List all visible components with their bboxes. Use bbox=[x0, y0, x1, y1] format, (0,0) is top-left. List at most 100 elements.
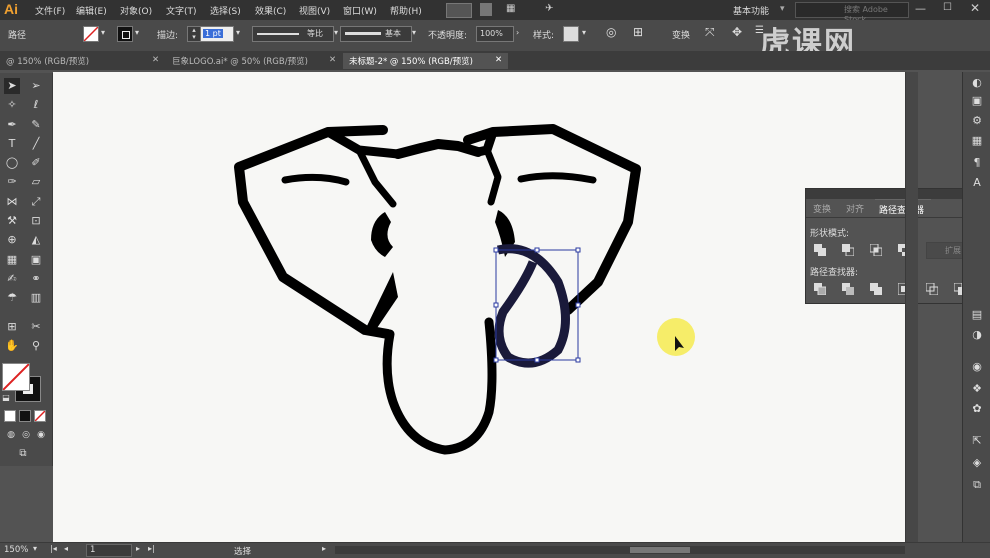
status-menu-icon[interactable]: ▸ bbox=[322, 544, 326, 553]
menu-type[interactable]: 文字(T) bbox=[166, 4, 197, 17]
recolor-artwork-icon[interactable]: ◎ bbox=[606, 25, 616, 39]
zoom-level[interactable]: 150% bbox=[4, 545, 28, 555]
style-label[interactable]: 样式: bbox=[533, 28, 554, 41]
tab-document-1[interactable]: @ 150% (RGB/预览) ✕ bbox=[0, 53, 165, 69]
bridge-icon[interactable] bbox=[446, 3, 472, 18]
close-icon[interactable]: ✕ bbox=[970, 1, 980, 15]
tab-transform[interactable]: 变换 bbox=[813, 202, 831, 215]
opacity-label[interactable]: 不透明度: bbox=[428, 28, 467, 41]
close-icon[interactable]: ✕ bbox=[495, 55, 502, 65]
chevron-down-icon[interactable]: ▾ bbox=[582, 28, 586, 37]
vertical-scrollbar[interactable] bbox=[905, 72, 918, 542]
swatches-icon[interactable]: ▦ bbox=[970, 134, 984, 148]
gpu-performance-icon[interactable]: ✈ bbox=[545, 3, 559, 16]
menu-effect[interactable]: 效果(C) bbox=[255, 4, 286, 17]
fill-color-box[interactable] bbox=[2, 363, 30, 391]
direct-selection-tool-icon[interactable]: ➢ bbox=[28, 78, 44, 94]
unite-icon[interactable] bbox=[814, 244, 826, 256]
merge-icon[interactable] bbox=[870, 283, 882, 295]
menu-select[interactable]: 选择(S) bbox=[210, 4, 241, 17]
slice-tool-icon[interactable]: ✂ bbox=[28, 319, 44, 335]
perspective-grid-tool-icon[interactable]: ◭ bbox=[28, 232, 44, 248]
tab-pathfinder[interactable]: 路径查找器 bbox=[875, 199, 931, 218]
zoom-tool-icon[interactable]: ⚲ bbox=[28, 338, 44, 354]
selection-tool-icon[interactable]: ➤ bbox=[4, 78, 20, 94]
next-artboard-icon[interactable]: ▸ bbox=[136, 544, 140, 553]
export-icon[interactable]: ⇱ bbox=[970, 434, 984, 448]
symbols-icon[interactable]: ✿ bbox=[970, 402, 984, 416]
opacity-input[interactable]: 100% bbox=[476, 26, 514, 42]
gradient-panel-icon[interactable]: ▤ bbox=[970, 308, 984, 322]
chevron-right-icon[interactable]: › bbox=[516, 28, 519, 37]
chevron-down-icon[interactable]: ▾ bbox=[412, 28, 416, 37]
ellipse-tool-icon[interactable]: ◯ bbox=[4, 155, 20, 171]
menu-view[interactable]: 视图(V) bbox=[299, 4, 330, 17]
chevron-down-icon[interactable]: ▾ bbox=[33, 544, 37, 553]
chevron-down-icon[interactable]: ▾ bbox=[135, 28, 139, 37]
stroke-weight-input[interactable]: 1 pt bbox=[200, 26, 234, 42]
scale-tool-icon[interactable]: ⤢ bbox=[28, 194, 44, 210]
previous-artboard-icon[interactable]: ◂ bbox=[64, 544, 68, 553]
menu-help[interactable]: 帮助(H) bbox=[390, 4, 422, 17]
brush-definition-select[interactable]: 基本 bbox=[340, 26, 412, 42]
chevron-down-icon[interactable]: ▾ bbox=[236, 28, 240, 37]
shape-builder-tool-icon[interactable]: ⊕ bbox=[4, 232, 20, 248]
draw-inside-icon[interactable]: ◉ bbox=[33, 427, 49, 443]
transparency-icon[interactable]: ◑ bbox=[970, 328, 984, 342]
chevron-down-icon[interactable]: ▾ bbox=[101, 28, 105, 37]
graphic-styles-icon[interactable]: ❖ bbox=[970, 382, 984, 396]
tab-document-3-active[interactable]: 未标题-2* @ 150% (RGB/预览) ✕ bbox=[343, 53, 508, 69]
character-icon[interactable]: A bbox=[970, 176, 984, 190]
tab-align[interactable]: 对齐 bbox=[846, 202, 864, 215]
scroll-thumb[interactable] bbox=[630, 547, 690, 553]
stroke-swatch[interactable] bbox=[117, 26, 133, 42]
minus-front-icon[interactable] bbox=[842, 244, 855, 257]
shaper-tool-icon[interactable]: ✑ bbox=[4, 174, 20, 190]
stock-search-input[interactable]: 搜索 Adobe Stock bbox=[795, 2, 909, 24]
column-graph-tool-icon[interactable]: ▥ bbox=[28, 290, 44, 306]
free-transform-tool-icon[interactable]: ⊡ bbox=[28, 213, 44, 229]
variable-width-profile-select[interactable]: 等比 bbox=[252, 26, 334, 42]
first-artboard-icon[interactable]: |◂ bbox=[50, 544, 57, 553]
stroke-label[interactable]: 描边: bbox=[157, 28, 178, 41]
color-guide-icon[interactable]: ▣ bbox=[970, 94, 984, 108]
graphic-style-swatch[interactable] bbox=[563, 26, 579, 42]
arrange-documents-icon[interactable]: ▦ bbox=[506, 3, 520, 16]
draw-normal-icon[interactable]: ◍ bbox=[3, 427, 19, 443]
mesh-tool-icon[interactable]: ▦ bbox=[4, 252, 20, 268]
artboards-icon[interactable]: ⧉ bbox=[970, 478, 984, 492]
magic-wand-tool-icon[interactable]: ✧ bbox=[4, 97, 20, 113]
menu-file[interactable]: 文件(F) bbox=[35, 4, 65, 17]
artboard-canvas[interactable] bbox=[53, 72, 905, 542]
intersect-icon[interactable] bbox=[869, 243, 883, 257]
stock-icon[interactable] bbox=[480, 3, 492, 16]
menu-window[interactable]: 窗口(W) bbox=[343, 4, 377, 17]
trim-icon[interactable] bbox=[842, 283, 854, 295]
workspace-switcher[interactable]: 基本功能 bbox=[733, 4, 769, 17]
lasso-tool-icon[interactable]: ℓ bbox=[28, 97, 44, 113]
close-icon[interactable]: ✕ bbox=[152, 55, 159, 65]
color-mode-swatch[interactable] bbox=[4, 410, 16, 422]
paintbrush-tool-icon[interactable]: ✐ bbox=[28, 155, 44, 171]
chevron-down-icon[interactable]: ▾ bbox=[334, 28, 338, 37]
type-tool-icon[interactable]: T bbox=[4, 136, 20, 152]
close-icon[interactable]: ✕ bbox=[329, 55, 336, 65]
stroke-weight-stepper[interactable]: ▴ ▾ bbox=[187, 26, 201, 42]
gradient-tool-icon[interactable]: ▣ bbox=[28, 252, 44, 268]
minimize-icon[interactable]: — bbox=[915, 2, 926, 15]
draw-behind-icon[interactable]: ◎ bbox=[18, 427, 34, 443]
width-tool-icon[interactable]: ⚒ bbox=[4, 213, 20, 229]
shape-builder-icon[interactable]: ✥ bbox=[732, 25, 742, 39]
eyedropper-tool-icon[interactable]: ✍ bbox=[4, 271, 20, 287]
default-colors-icon[interactable]: ⬓ bbox=[1, 393, 11, 403]
tab-document-2[interactable]: 巨象LOGO.ai* @ 50% (RGB/预览) ✕ bbox=[166, 53, 342, 69]
horizontal-scrollbar[interactable] bbox=[335, 546, 905, 554]
blend-tool-icon[interactable]: ⚭ bbox=[28, 271, 44, 287]
layers-icon[interactable]: ◈ bbox=[970, 456, 984, 470]
appearance-icon[interactable]: ◉ bbox=[970, 360, 984, 374]
none-mode-swatch[interactable] bbox=[34, 410, 46, 422]
last-artboard-icon[interactable]: ▸| bbox=[148, 544, 155, 553]
hand-tool-icon[interactable]: ✋ bbox=[4, 338, 20, 354]
eraser-tool-icon[interactable]: ▱ bbox=[28, 174, 44, 190]
line-tool-icon[interactable]: ╱ bbox=[28, 136, 44, 152]
